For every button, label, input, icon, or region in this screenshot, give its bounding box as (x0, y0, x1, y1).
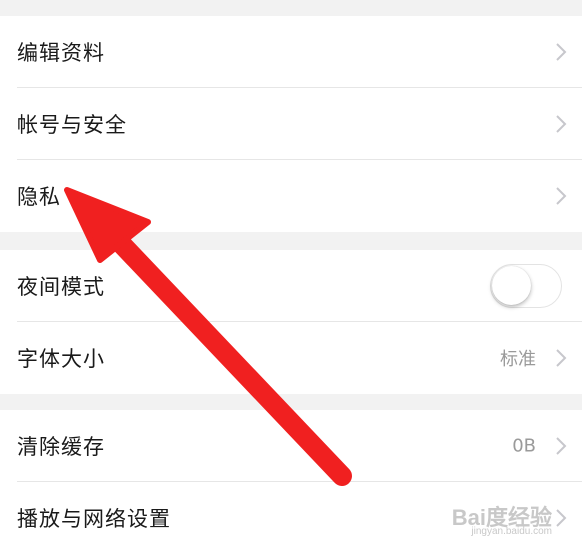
night-mode-row: 夜间模式 (0, 250, 582, 322)
clear-cache-row[interactable]: 清除缓存 0B (0, 410, 582, 482)
chevron-right-icon (556, 115, 567, 133)
baidu-jingyan-watermark: Bai度经验 jingyan.baidu.com (452, 500, 552, 537)
privacy-row[interactable]: 隐私 (0, 160, 582, 232)
display-settings-group: 夜间模式 字体大小 标准 (0, 250, 582, 394)
cache-size-value: 0B (512, 435, 536, 457)
account-settings-group: 编辑资料 帐号与安全 隐私 (0, 16, 582, 232)
privacy-label: 隐私 (17, 185, 61, 209)
font-size-label: 字体大小 (17, 347, 105, 371)
chevron-right-icon (556, 349, 567, 367)
font-size-row[interactable]: 字体大小 标准 (0, 322, 582, 394)
playback-network-label: 播放与网络设置 (17, 507, 171, 531)
settings-screen: 编辑资料 帐号与安全 隐私 夜间模式 字体大小 标准 清除缓存 0B 播放与网络… (0, 0, 582, 546)
toggle-knob (492, 266, 531, 305)
account-security-row[interactable]: 帐号与安全 (0, 88, 582, 160)
chevron-right-icon (556, 43, 567, 61)
chevron-right-icon (556, 187, 567, 205)
night-mode-toggle[interactable] (490, 264, 562, 308)
chevron-right-icon (556, 509, 567, 527)
night-mode-label: 夜间模式 (17, 275, 105, 299)
clear-cache-label: 清除缓存 (17, 435, 105, 459)
edit-profile-label: 编辑资料 (17, 41, 105, 65)
watermark-site: jingyan.baidu.com (471, 526, 552, 537)
edit-profile-row[interactable]: 编辑资料 (0, 16, 582, 88)
chevron-right-icon (556, 437, 567, 455)
font-size-value: 标准 (500, 349, 536, 370)
account-security-label: 帐号与安全 (17, 113, 127, 137)
